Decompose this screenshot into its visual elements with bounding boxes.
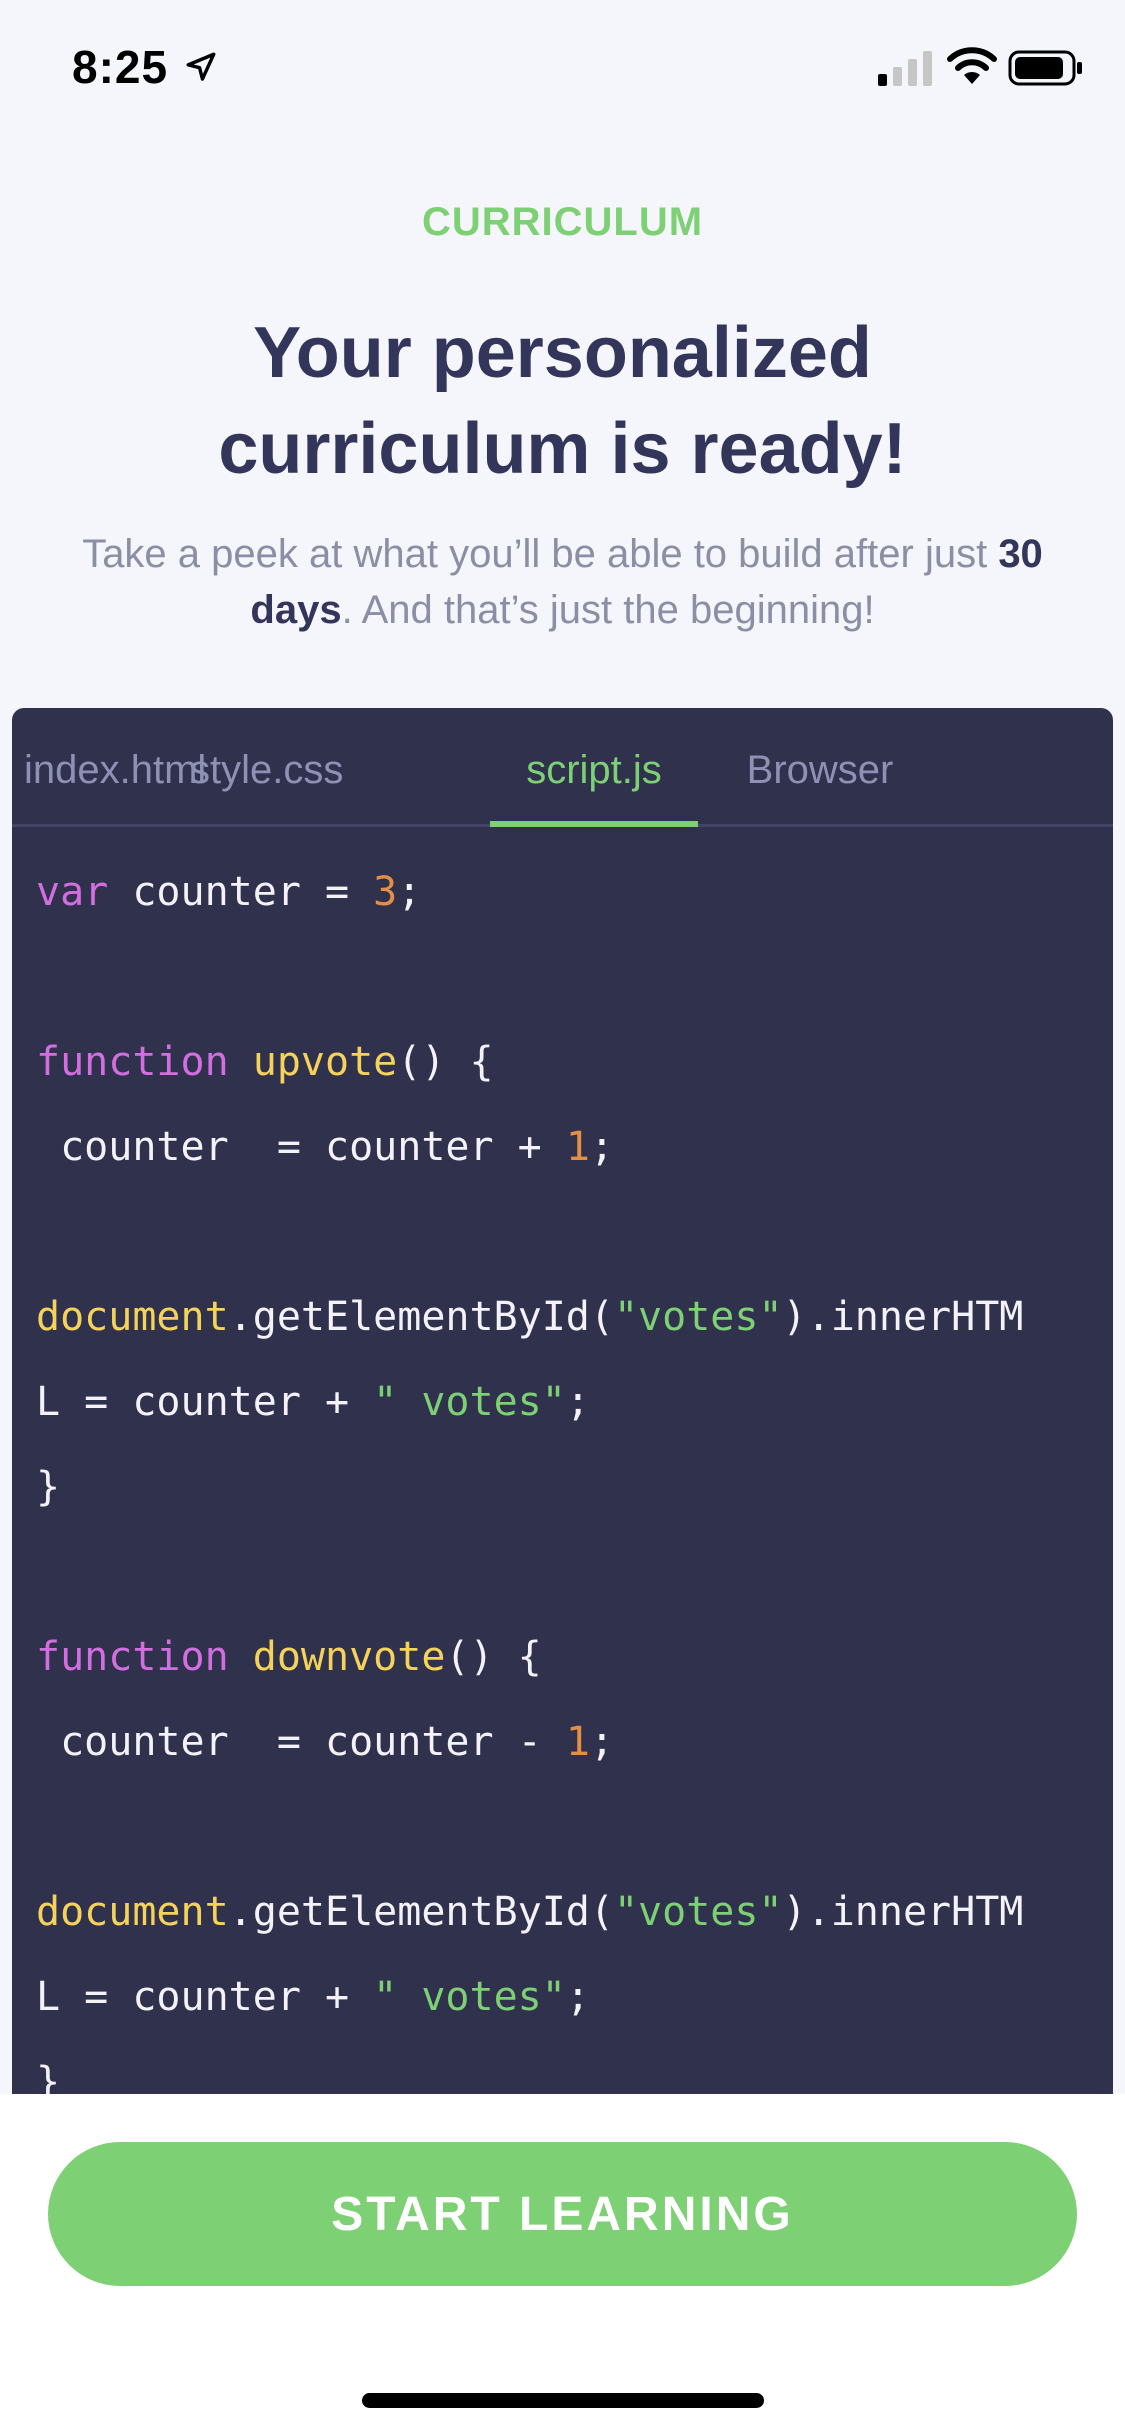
code-text: L = counter + (36, 1974, 374, 2020)
code-line: var counter = 3; (36, 850, 1096, 935)
tab-index-html[interactable]: index.html (24, 708, 206, 824)
code-text: ; (565, 1379, 590, 1425)
cellular-signal-icon (878, 51, 932, 86)
page-title: Your personalized curriculum is ready! (218, 313, 907, 489)
code-number: 1 (565, 1719, 590, 1765)
code-text: ; (589, 1124, 614, 1170)
tab-browser[interactable]: Browser (718, 708, 922, 824)
footer: START LEARNING (0, 2094, 1125, 2436)
battery-icon (1008, 50, 1082, 86)
start-learning-button[interactable]: START LEARNING (48, 2142, 1077, 2286)
code-editor: var counter = 3; function upvote() { cou… (36, 850, 1096, 2094)
status-bar: 8:25 (0, 0, 1125, 140)
code-function-name: downvote (252, 1634, 446, 1680)
status-time: 8:25 (72, 41, 169, 93)
code-text: } (36, 1464, 61, 1510)
code-string: " votes" (373, 1974, 566, 2020)
code-text: counter = (108, 869, 374, 915)
code-text: .getElementById( (228, 1294, 614, 1340)
section-eyebrow: CURRICULUM (421, 200, 704, 244)
code-text: counter = counter + (36, 1124, 566, 1170)
code-keyword: var (36, 869, 109, 915)
code-line: document.getElementById("votes").innerHT… (36, 1275, 1096, 1360)
location-arrow-icon (186, 52, 216, 81)
code-text: L = counter + (36, 1379, 374, 1425)
code-object: document (36, 1294, 229, 1340)
code-line: counter = counter - 1; (36, 1700, 1096, 1785)
code-function-name: upvote (252, 1039, 398, 1085)
code-text: ; (397, 869, 422, 915)
code-keyword: function (36, 1039, 229, 1085)
page-subtitle: Take a peek at what you’ll be able to bu… (60, 526, 1065, 638)
wifi-icon (947, 47, 997, 84)
code-string: "votes" (613, 1889, 783, 1935)
code-text: () { (445, 1634, 542, 1680)
code-line: function downvote() { (36, 1615, 1096, 1700)
code-line: } (36, 1445, 1096, 1530)
code-number: 3 (373, 869, 398, 915)
code-line: counter = counter + 1; (36, 1105, 1096, 1190)
tab-script-js[interactable]: script.js (490, 708, 698, 827)
code-string: " votes" (373, 1379, 566, 1425)
code-text: counter = counter - (36, 1719, 566, 1765)
code-line: L = counter + " votes"; (36, 1955, 1096, 2040)
code-text: .getElementById( (228, 1889, 614, 1935)
code-text: ; (589, 1719, 614, 1765)
file-tabs: index.html style.css script.js Browser (12, 708, 1113, 827)
code-line: function upvote() { (36, 1020, 1096, 1105)
code-text: () { (397, 1039, 494, 1085)
code-string: "votes" (613, 1294, 783, 1340)
code-object: document (36, 1889, 229, 1935)
code-number: 1 (565, 1124, 590, 1170)
code-text: ).innerHTM (782, 1294, 1024, 1340)
home-indicator[interactable] (362, 2393, 764, 2408)
code-keyword: function (36, 1634, 229, 1680)
tab-style-css[interactable]: style.css (190, 708, 343, 824)
subtitle-text-start: Take a peek at what you’ll be able to bu… (82, 532, 999, 576)
code-text: ).innerHTM (782, 1889, 1024, 1935)
code-text: ; (565, 1974, 590, 2020)
code-line: L = counter + " votes"; (36, 1360, 1096, 1445)
code-preview-panel: index.html style.css script.js Browser v… (12, 708, 1113, 2094)
code-line: } (36, 2040, 1096, 2094)
subtitle-text-end: . And that’s just the beginning! (341, 588, 875, 632)
code-text: } (36, 2059, 61, 2094)
code-line: document.getElementById("votes").innerHT… (36, 1870, 1096, 1955)
